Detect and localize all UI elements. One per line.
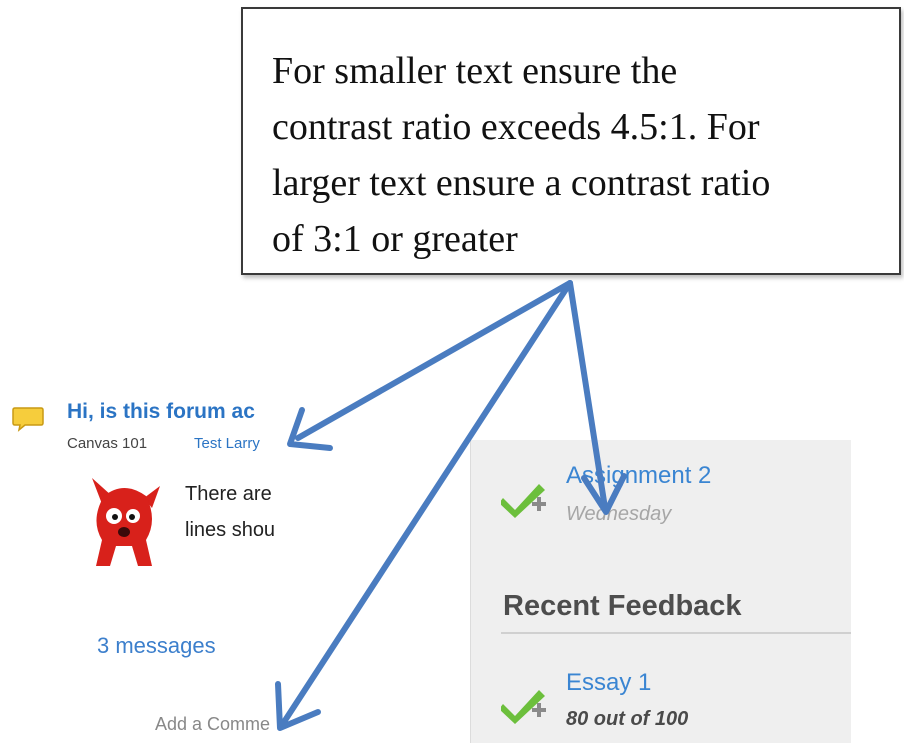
assignment-due: Wednesday: [566, 503, 672, 525]
discussion-title-link[interactable]: Hi, is this forum ac: [67, 400, 255, 424]
sidebar-panel: Assignment 2 Wednesday Recent Feedback E…: [470, 440, 851, 743]
author-link[interactable]: Test Larry: [194, 435, 260, 452]
callout-line: of 3:1 or greater: [272, 218, 518, 260]
discussion-panel: Hi, is this forum ac Canvas 101 Test Lar…: [0, 390, 300, 743]
avatar: [92, 478, 160, 566]
callout-line: larger text ensure a contrast ratio: [272, 162, 771, 204]
message-count-link[interactable]: 3 messages: [97, 633, 216, 659]
speech-bubble-icon: [12, 407, 44, 432]
check-plus-icon: [501, 484, 546, 518]
recent-feedback-heading: Recent Feedback: [503, 590, 742, 622]
message-line: There are: [185, 483, 272, 505]
callout-line: For smaller text ensure the: [272, 50, 678, 92]
feedback-score: 80 out of 100: [566, 708, 689, 730]
course-label: Canvas 101: [67, 435, 148, 452]
message-body: There are lines shou: [185, 476, 300, 548]
message-line: lines shou: [185, 519, 276, 541]
divider: [501, 632, 851, 634]
add-comment-input[interactable]: Add a Comme: [155, 714, 270, 735]
feedback-link[interactable]: Essay 1: [566, 669, 651, 697]
arrow-line: [295, 280, 573, 441]
check-plus-icon: [501, 690, 546, 724]
callout-line: contrast ratio exceeds 4.5:1. For: [272, 106, 760, 148]
assignment-link[interactable]: Assignment 2: [566, 462, 711, 490]
annotation-callout: For smaller text ensure the contrast rat…: [241, 7, 901, 275]
